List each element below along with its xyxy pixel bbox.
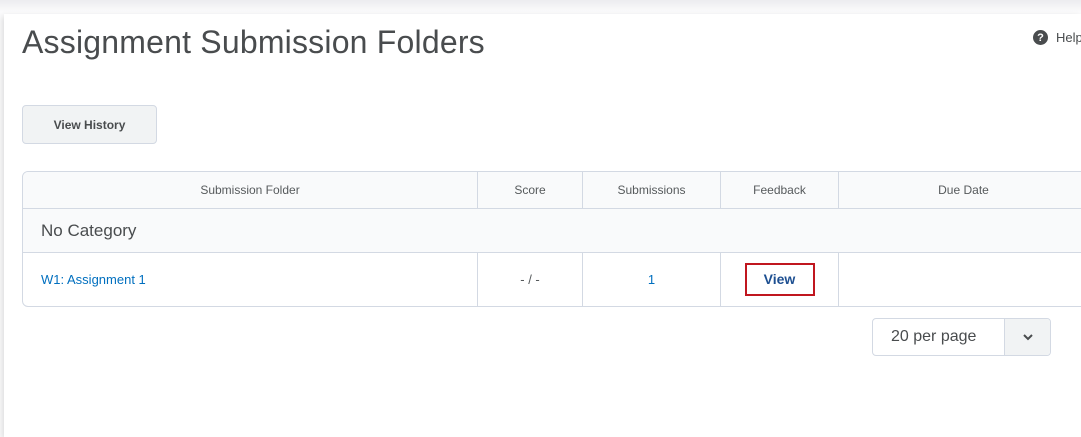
category-label: No Category [23, 209, 1081, 253]
question-circle-icon: ? [1033, 30, 1048, 45]
page-title: Assignment Submission Folders [22, 24, 485, 60]
per-page-select[interactable]: 20 per page [872, 318, 1051, 356]
folder-link[interactable]: W1: Assignment 1 [41, 272, 146, 287]
category-row: No Category [23, 209, 1081, 253]
page-root: Assignment Submission Folders ? Help Vie… [0, 0, 1081, 437]
help-link[interactable]: ? Help [1033, 30, 1081, 45]
submissions-cell: 1 [583, 253, 721, 306]
column-header-submissions[interactable]: Submissions [583, 172, 721, 209]
score-cell: - / - [478, 253, 583, 306]
feedback-view-link[interactable]: View [744, 263, 815, 296]
submission-folders-table: Submission Folder Score Submissions Feed… [22, 171, 1081, 307]
feedback-cell: View [721, 253, 839, 306]
help-label: Help [1056, 30, 1081, 45]
folder-cell: W1: Assignment 1 [23, 253, 478, 306]
table-row: W1: Assignment 1 - / - 1 View [23, 253, 1081, 306]
column-header-score[interactable]: Score [478, 172, 583, 209]
due-date-cell [839, 253, 1081, 306]
column-header-due-date[interactable]: Due Date [839, 172, 1081, 209]
per-page-value: 20 per page [891, 328, 977, 345]
column-header-feedback[interactable]: Feedback [721, 172, 839, 209]
column-header-submission-folder[interactable]: Submission Folder [23, 172, 478, 209]
view-history-button[interactable]: View History [22, 105, 157, 144]
table-header-row: Submission Folder Score Submissions Feed… [23, 172, 1081, 209]
submissions-link[interactable]: 1 [648, 272, 655, 287]
chevron-down-icon[interactable] [1004, 319, 1050, 355]
top-shadow [0, 0, 1081, 12]
